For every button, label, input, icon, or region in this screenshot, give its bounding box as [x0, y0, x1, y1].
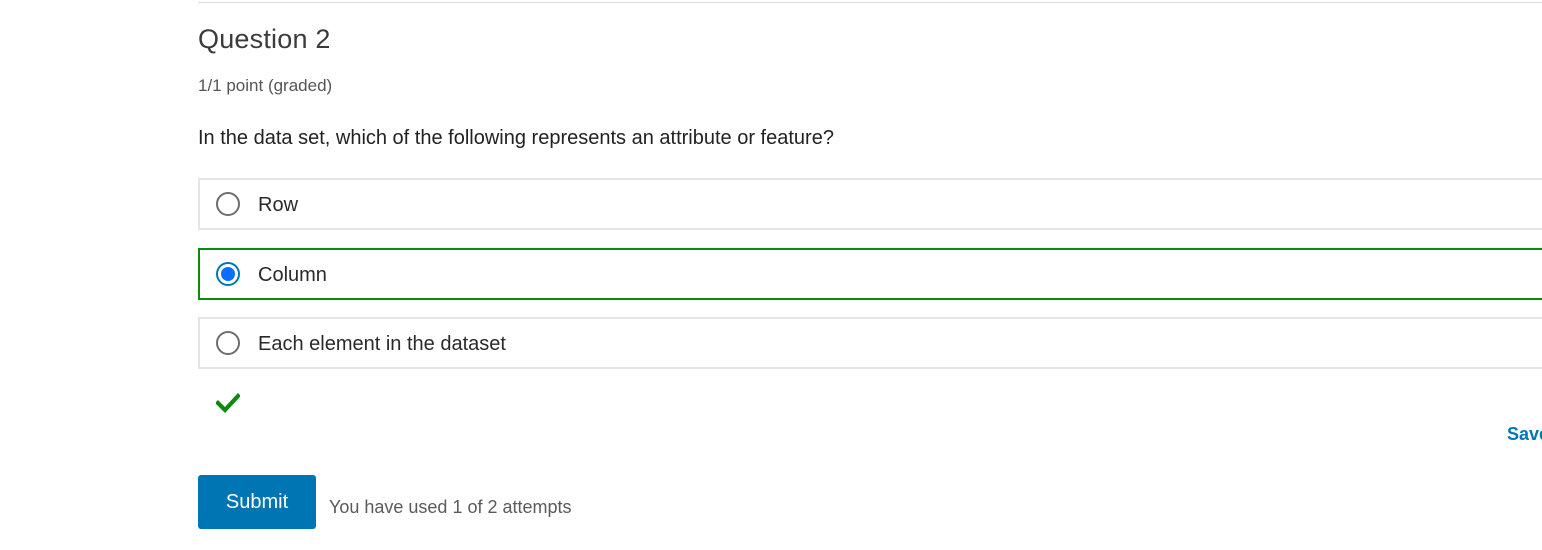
choice-column[interactable]: Column — [198, 248, 1542, 300]
radio-button-each-element[interactable] — [216, 331, 240, 355]
submit-button[interactable]: Submit — [198, 475, 316, 529]
question-title: Question 2 — [198, 24, 331, 54]
choice-row[interactable]: Row — [198, 178, 1542, 230]
question-points: 1/1 point (graded) — [198, 76, 333, 95]
checkmark-icon — [216, 393, 240, 414]
radio-button-column[interactable] — [216, 262, 240, 286]
choice-label: Row — [258, 194, 299, 216]
choice-each-element[interactable]: Each element in the dataset — [198, 317, 1542, 369]
choice-label: Column — [258, 264, 327, 286]
save-button[interactable]: Save — [1507, 424, 1542, 445]
choice-label: Each element in the dataset — [258, 333, 506, 355]
radio-button-row[interactable] — [216, 192, 240, 216]
question-prompt: In the data set, which of the following … — [198, 127, 834, 149]
problem-container: Question 2 1/1 point (graded) In the dat… — [198, 0, 1542, 550]
attempts-text: You have used 1 of 2 attempts — [329, 497, 572, 517]
